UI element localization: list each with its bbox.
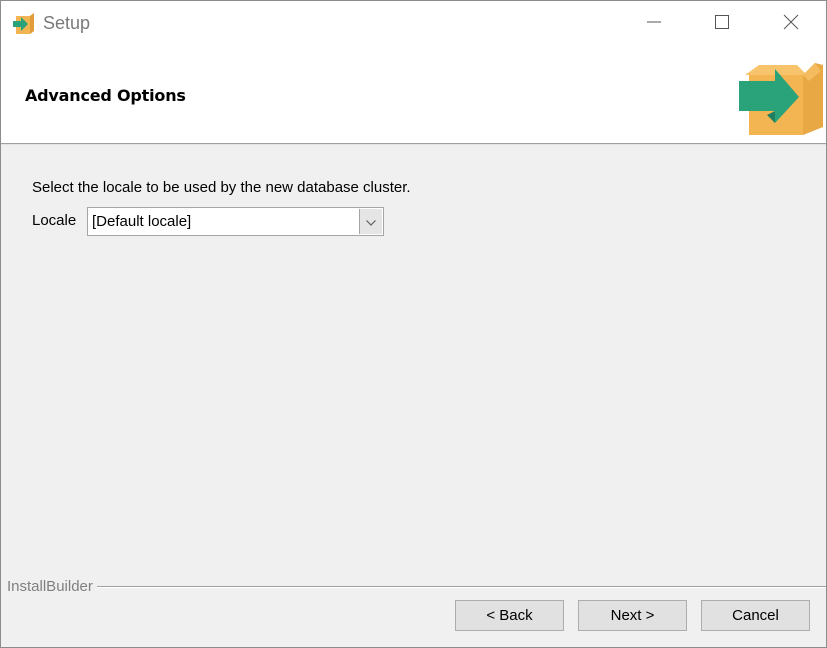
footer-divider [97,586,826,588]
locale-select[interactable]: [Default locale] [87,207,384,236]
installer-box-arrow-icon [737,55,823,139]
page-title: Advanced Options [25,86,186,105]
minimize-icon [647,15,661,34]
minimize-button[interactable] [619,1,689,47]
chevron-down-icon [366,213,376,231]
header-divider [1,144,826,145]
cancel-button[interactable]: Cancel [701,600,810,631]
maximize-button[interactable] [687,1,757,47]
next-button[interactable]: Next > [578,600,687,631]
locale-select-value: [Default locale] [92,213,192,230]
locale-description: Select the locale to be used by the new … [32,179,411,196]
installer-box-arrow-icon [12,11,36,35]
close-button[interactable] [756,1,826,47]
title-bar: Setup [1,1,826,47]
back-button[interactable]: < Back [455,600,564,631]
locale-label: Locale [32,212,77,229]
window-title: Setup [43,13,91,33]
setup-window: Setup Advanced Options Select the locale… [0,0,827,648]
brand-label: InstallBuilder [7,578,96,595]
page-header: Advanced Options [1,47,826,144]
close-icon [783,14,799,35]
maximize-icon [715,14,729,34]
locale-dropdown-button[interactable] [359,209,382,234]
